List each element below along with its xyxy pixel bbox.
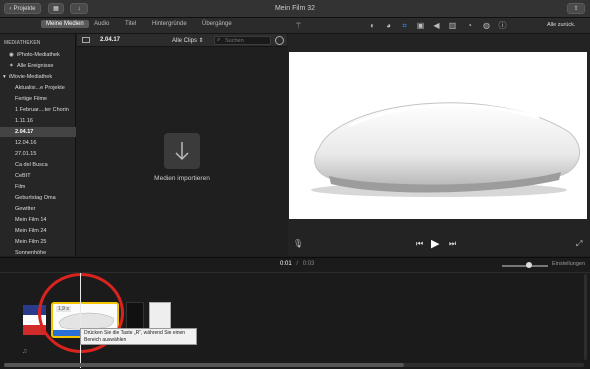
media-toolbar: Meine Medien Audio Titel Hintergründe Üb… bbox=[0, 18, 590, 34]
skip-back-button[interactable]: ⏮ bbox=[416, 239, 423, 249]
scrollbar-thumb[interactable] bbox=[4, 363, 404, 367]
sidebar-item-updated-projects[interactable]: Aktualisi...e Projekte bbox=[0, 83, 76, 93]
sidebar-item-label: 2.04.17 bbox=[15, 129, 34, 135]
microphone-icon[interactable]: 🎙 bbox=[293, 239, 303, 248]
zoom-slider[interactable] bbox=[502, 262, 548, 268]
sidebar-item-finished-movies[interactable]: Fertige Filme bbox=[0, 94, 76, 104]
tab-transitions[interactable]: Übergänge bbox=[202, 21, 232, 27]
sidebar-item-event[interactable]: 12.04.16 bbox=[0, 138, 76, 148]
sidebar-item-imovie-library[interactable]: ▾ iMovie-Mediathek bbox=[0, 72, 76, 82]
sidebar-item-event[interactable]: Mein Film 25 bbox=[0, 237, 76, 247]
settings-gear-icon[interactable] bbox=[275, 36, 284, 45]
window-title: Mein Film 32 bbox=[274, 5, 316, 12]
sidebar-item-event[interactable]: Geburtstag Oma bbox=[0, 193, 76, 203]
sidebar-toggle-icon[interactable] bbox=[82, 37, 90, 43]
stabilization-icon[interactable]: ▣ bbox=[416, 21, 425, 30]
library-sidebar: MEDIATHEKEN ◉ iPhoto-Mediathek ✶ Alle Erei… bbox=[0, 34, 76, 256]
star-icon: ✶ bbox=[9, 63, 14, 69]
libraries-header: MEDIATHEKEN bbox=[4, 40, 41, 46]
viewer-panel: 🎙 ⏮ ▶ ⏭ ⤢ bbox=[288, 34, 590, 256]
sidebar-item-label: Aktualisi...e Projekte bbox=[15, 85, 65, 91]
event-title: 2.04.17 bbox=[100, 37, 121, 43]
sidebar-item-event[interactable]: Mein Film 14 bbox=[0, 215, 76, 225]
sidebar-item-label: CeBIT bbox=[15, 173, 31, 179]
import-media-label: Medien importieren bbox=[154, 175, 210, 182]
clip-filter-label: Alle Clips bbox=[172, 38, 198, 44]
horizontal-scrollbar[interactable] bbox=[4, 363, 584, 367]
share-button[interactable]: ⇪ bbox=[567, 3, 585, 14]
sidebar-item-event-selected[interactable]: 2.04.17 bbox=[0, 127, 76, 137]
tab-audio[interactable]: Audio bbox=[94, 21, 109, 27]
sidebar-item-iphoto-library[interactable]: ◉ iPhoto-Mediathek bbox=[0, 50, 76, 60]
sidebar-item-label: iMovie-Mediathek bbox=[9, 74, 53, 80]
share-icon: ⇪ bbox=[573, 6, 579, 12]
sidebar-item-label: 27.01.15 bbox=[15, 151, 37, 157]
skip-forward-button[interactable]: ⏭ bbox=[449, 239, 456, 249]
timeline: 0:01 / 0:03 Einstellungen 1,9 s Drücken … bbox=[0, 257, 590, 369]
preview-image bbox=[289, 52, 587, 219]
media-browser: 2.04.17 Alle Clips ⇕ ⌕ Suchen Medien imp… bbox=[77, 34, 287, 256]
sidebar-item-label: iPhoto-Mediathek bbox=[17, 52, 60, 58]
tab-my-media[interactable]: Meine Medien bbox=[41, 20, 89, 28]
time-separator: / bbox=[296, 261, 299, 267]
magic-wand-icon[interactable]: ⚚ bbox=[294, 21, 303, 30]
color-correction-icon[interactable]: ◕ bbox=[384, 21, 393, 30]
sidebar-item-label: Alle Ereignisse bbox=[17, 63, 54, 69]
magic-mouse-image bbox=[311, 102, 580, 197]
settings-button[interactable]: Einstellungen bbox=[552, 261, 585, 267]
sidebar-item-label: Fertige Filme bbox=[15, 96, 48, 102]
search-icon: ⌕ bbox=[217, 37, 221, 43]
sidebar-item-label: 12.04.16 bbox=[15, 140, 37, 146]
vertical-scrollbar[interactable] bbox=[584, 274, 587, 360]
sidebar-item-all-events[interactable]: ✶ Alle Ereignisse bbox=[0, 61, 76, 71]
reset-all-button[interactable]: Alle zurück. bbox=[547, 22, 575, 28]
updown-chevron-icon: ⇕ bbox=[197, 38, 204, 44]
sidebar-item-event[interactable]: 27.01.15 bbox=[0, 149, 76, 159]
sidebar-item-label: Geburtstag Oma bbox=[15, 195, 56, 201]
crop-icon[interactable]: ⌗ bbox=[400, 21, 409, 30]
sidebar-item-event[interactable]: Mein Film 24 bbox=[0, 226, 76, 236]
import-media-button[interactable] bbox=[164, 133, 200, 169]
sidebar-item-label: Mein Film 24 bbox=[15, 228, 47, 234]
sidebar-item-label: Mein Film 25 bbox=[15, 239, 47, 245]
sidebar-item-label: Film bbox=[15, 184, 26, 190]
tooltip: Drücken Sie die Taste „R“, während Sie e… bbox=[80, 328, 197, 345]
sidebar-item-label: Gewitter bbox=[15, 206, 36, 212]
sidebar-item-event[interactable]: Gewitter bbox=[0, 204, 76, 214]
search-field[interactable]: ⌕ Suchen bbox=[214, 36, 271, 45]
title-bar: ‹ Projekte ▦ ↓ Mein Film 32 ⇪ bbox=[0, 0, 590, 18]
search-input[interactable]: Suchen bbox=[225, 38, 244, 44]
fullscreen-icon[interactable]: ⤢ bbox=[576, 239, 582, 249]
download-arrow-icon bbox=[175, 142, 189, 161]
total-time: 0:03 bbox=[302, 261, 315, 267]
noise-reduction-icon[interactable]: ▥ bbox=[448, 21, 457, 30]
tab-titles[interactable]: Titel bbox=[125, 21, 136, 27]
volume-icon[interactable]: ◀ bbox=[432, 21, 441, 30]
browser-bar: 2.04.17 Alle Clips ⇕ ⌕ Suchen bbox=[77, 34, 287, 47]
color-balance-icon[interactable]: ◐ bbox=[368, 21, 377, 30]
audio-track-icon: ♫ bbox=[22, 348, 28, 355]
sidebar-item-label: 1 Februar....ter Chorin bbox=[15, 107, 69, 113]
info-icon[interactable]: ⓘ bbox=[498, 21, 507, 30]
tooltip-text: Drücken Sie die Taste „R“, während Sie e… bbox=[84, 330, 186, 343]
play-button[interactable]: ▶ bbox=[431, 237, 439, 250]
current-time: 0:01 bbox=[280, 261, 292, 267]
clip-filter-select[interactable]: Alle Clips ⇕ bbox=[172, 37, 204, 44]
sidebar-item-label: 1.11.16 bbox=[15, 118, 33, 124]
sidebar-item-event[interactable]: 1 Februar....ter Chorin bbox=[0, 105, 76, 115]
timecode: 0:01 / 0:03 bbox=[280, 261, 314, 267]
sidebar-item-event[interactable]: Film bbox=[0, 182, 76, 192]
sidebar-item-label: Mein Film 14 bbox=[15, 217, 47, 223]
clip-filter-icon[interactable]: ◍ bbox=[482, 21, 491, 30]
sidebar-item-event[interactable]: 1.11.16 bbox=[0, 116, 76, 126]
sidebar-item-event[interactable]: CeBIT bbox=[0, 171, 76, 181]
tab-backgrounds[interactable]: Hintergründe bbox=[152, 21, 187, 27]
zoom-slider-knob[interactable] bbox=[526, 262, 532, 268]
sidebar-item-label: Ca del Busca bbox=[15, 162, 48, 168]
sidebar-item-event[interactable]: Ca del Busca bbox=[0, 160, 76, 170]
playhead[interactable] bbox=[80, 273, 81, 368]
camera-icon: ◉ bbox=[9, 52, 14, 58]
disclosure-triangle-icon: ▾ bbox=[3, 74, 6, 80]
speed-icon[interactable]: ◔ bbox=[465, 21, 474, 30]
